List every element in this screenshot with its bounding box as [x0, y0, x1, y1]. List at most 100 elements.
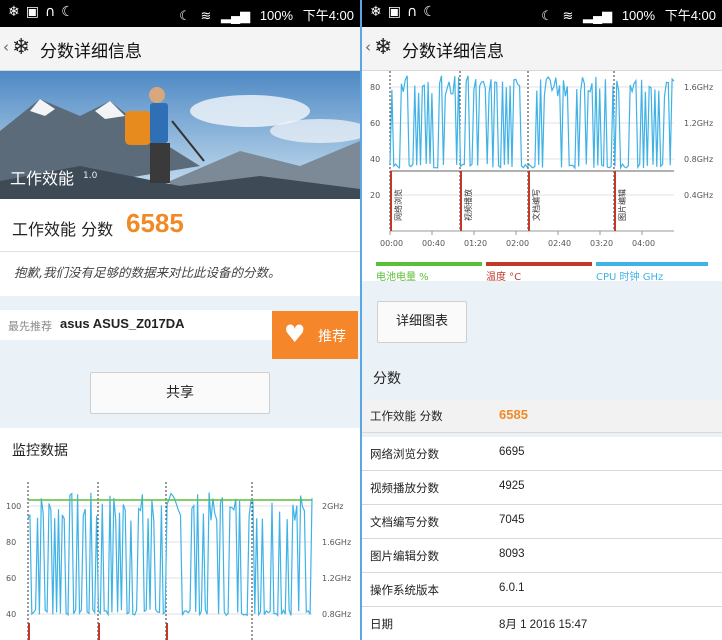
score-row-key: 日期: [370, 617, 393, 631]
task-marker: [528, 171, 530, 231]
y-tick-label: 60: [6, 574, 16, 583]
legend-cpu: CPU 时钟 GHz: [596, 272, 664, 283]
score-row-key: 图片编辑分数: [370, 549, 439, 563]
comparison-note: 抱歉,我们没有足够的数据来对比此设备的分数。: [14, 265, 281, 280]
y-tick-label: 80: [6, 538, 16, 547]
page-title: 分数详细信息: [40, 42, 142, 62]
heart-icon: ♥: [284, 320, 306, 348]
x-tick-label: 02:00: [506, 239, 529, 248]
temp-marker: [98, 623, 100, 640]
monitor-title: 监控数据: [12, 443, 68, 459]
score-row-value: 8093: [499, 548, 525, 560]
task-marker: [390, 171, 392, 231]
task-annotation: 文档编写: [531, 189, 541, 221]
y-tick-label: 60: [370, 119, 380, 128]
legend-bar-battery: [376, 262, 482, 266]
page-title: 分数详细信息: [402, 42, 504, 62]
recommend-button[interactable]: ♥ 推荐: [272, 311, 358, 359]
task-annotation: 图片编辑: [617, 189, 627, 221]
snowflake-logo-icon[interactable]: ❄: [12, 35, 30, 60]
back-icon[interactable]: ‹: [365, 38, 371, 56]
score-row-value: 4925: [499, 480, 525, 492]
score-row-value: 6.0.1: [499, 582, 525, 594]
wifi-icon: ≋: [562, 8, 574, 23]
moon-icon: ☾: [541, 8, 553, 23]
task-annotation: 网络浏览: [393, 189, 403, 221]
temp-marker: [28, 623, 30, 640]
score-row-value: 8月 1 2016 15:47: [499, 619, 588, 631]
y-tick-label: 20: [370, 191, 380, 200]
y-tick-label: 40: [370, 155, 380, 164]
status-right: ☾ ≋ ▂▄▆ 100% 下午4:00: [173, 5, 354, 24]
recommend-button-label: 推荐: [318, 329, 346, 345]
score-row-value: 6585: [499, 407, 528, 422]
y2-tick-label: 1.2GHz: [322, 574, 351, 583]
score-row: 操作系统版本 6.0.1: [362, 573, 722, 607]
clock: 下午4:00: [664, 8, 716, 23]
battery-text: 100%: [621, 8, 656, 23]
clock: 下午4:00: [302, 8, 354, 23]
cpu-series-line: [389, 75, 675, 171]
cpu-series-line: [27, 492, 313, 618]
wifi-icon: ≋: [200, 8, 212, 23]
y2-tick-label: 0.8GHz: [684, 155, 713, 164]
recommend-prefix: 最先推荐: [8, 320, 52, 333]
score-row-key: 视频播放分数: [370, 481, 439, 495]
x-tick-label: 01:20: [464, 239, 487, 248]
signal-icon: ▂▄▆: [582, 8, 613, 23]
score-row-key: 操作系统版本: [370, 583, 439, 597]
snowflake-logo-icon[interactable]: ❄: [374, 35, 392, 60]
score-row-value: 7045: [499, 514, 525, 526]
detail-monitor-chart: 20 40 60 80 0.4GHz 0.8GHz 1.2GHz 1.6GHz 00:00 00:…: [370, 71, 713, 248]
x-tick-label: 02:40: [548, 239, 571, 248]
score-row: 工作效能 分数 6585: [362, 399, 722, 433]
status-bar: ❄▣∩☾ ☾ ≋ ▂▄▆ 100% 下午4:00: [0, 0, 360, 27]
task-marker: [460, 171, 462, 231]
score-row: 视频播放分数 4925: [362, 471, 722, 505]
score-row-key: 文档编写分数: [370, 515, 439, 529]
x-tick-label: 03:20: [590, 239, 613, 248]
right-screen: ❄▣∩☾ ☾ ≋ ▂▄▆ 100% 下午4:00 ‹ ❄ 分数详细信息 20 40…: [362, 0, 722, 640]
legend-bar-temp: [486, 262, 592, 266]
status-bar: ❄▣∩☾ ☾ ≋ ▂▄▆ 100% 下午4:00: [362, 0, 722, 27]
score-row: 文档编写分数 7045: [362, 505, 722, 539]
signal-icon: ▂▄▆: [220, 8, 251, 23]
battery-text: 100%: [259, 8, 294, 23]
score-row-key: 工作效能 分数: [370, 409, 443, 423]
app-bar: ‹ ❄ 分数详细信息: [0, 27, 360, 71]
score-row: 网络浏览分数 6695: [362, 437, 722, 471]
notification-icons: ❄▣∩☾: [370, 4, 442, 20]
app-bar: ‹ ❄ 分数详细信息: [362, 27, 722, 71]
share-button[interactable]: 共享: [90, 372, 270, 414]
score-value: 6585: [126, 208, 184, 238]
y2-tick-label: 1.2GHz: [684, 119, 713, 128]
legend-temperature: 温度 °C: [486, 272, 522, 283]
x-tick-label: 04:00: [632, 239, 655, 248]
hero-version: 1.0: [83, 171, 98, 181]
status-right: ☾ ≋ ▂▄▆ 100% 下午4:00: [535, 5, 716, 24]
back-icon[interactable]: ‹: [3, 38, 9, 56]
y2-tick-label: 1.6GHz: [684, 83, 713, 92]
left-screen: ❄▣∩☾ ☾ ≋ ▂▄▆ 100% 下午4:00 ‹ ❄ 分数详细信息 工作效能…: [0, 0, 360, 640]
y-tick-label: 40: [6, 610, 16, 619]
y2-tick-label: 2GHz: [322, 502, 344, 511]
temp-marker: [166, 623, 168, 640]
score-row-key: 网络浏览分数: [370, 447, 439, 461]
moon-icon: ☾: [179, 8, 191, 23]
score-row-value: 6695: [499, 446, 525, 458]
score-row: 图片编辑分数 8093: [362, 539, 722, 573]
legend-battery: 电池电量 %: [376, 272, 429, 283]
y-tick-label: 80: [370, 83, 380, 92]
score-label: 工作效能 分数: [12, 220, 114, 239]
scores-section-title: 分数: [373, 371, 401, 387]
notification-icons: ❄▣∩☾: [8, 4, 80, 20]
task-annotation: 视频播放: [463, 189, 473, 221]
legend-bar-cpu: [596, 262, 708, 266]
y2-tick-label: 1.6GHz: [322, 538, 351, 547]
y2-tick-label: 0.8GHz: [322, 610, 351, 619]
monitor-chart: 40 60 80 100 0.8GHz 1.2GHz 1.6GHz 2GHz: [6, 482, 351, 640]
score-row: 日期 8月 1 2016 15:47: [362, 607, 722, 640]
hero-label: 工作效能: [10, 169, 75, 188]
y-tick-label: 100: [6, 502, 21, 511]
detail-chart-button[interactable]: 详细图表: [377, 301, 467, 343]
